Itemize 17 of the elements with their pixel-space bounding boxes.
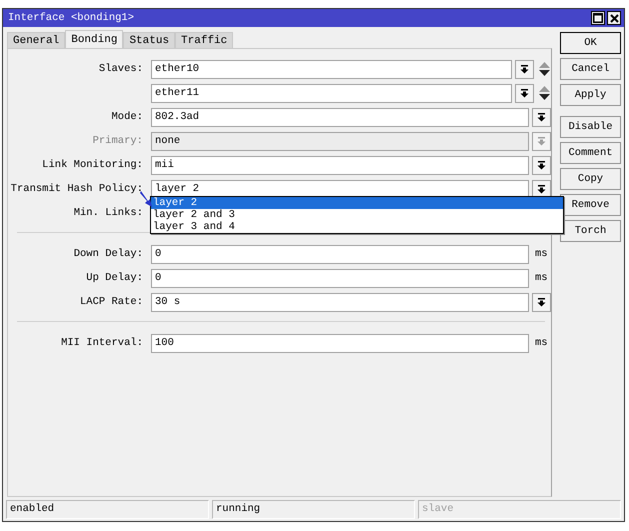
field-label: Mode:	[110, 111, 144, 123]
status-cell: running	[212, 500, 415, 519]
status-cell: enabled	[6, 500, 209, 519]
field-label: Up Delay:	[85, 272, 144, 284]
status-cell: slave	[418, 500, 621, 519]
field-label: Down Delay:	[72, 248, 144, 260]
field-label: Transmit Hash Policy:	[10, 183, 144, 195]
field-label: Link Monitoring:	[41, 159, 144, 171]
unit-label: ms	[535, 248, 548, 260]
field-label: Slaves:	[98, 63, 144, 75]
field-label: MII Interval:	[60, 337, 144, 349]
field-label: Min. Links:	[72, 207, 144, 219]
window-title: Interface <bonding1>	[8, 12, 136, 24]
unit-label: ms	[535, 272, 548, 284]
field-label: Primary:	[92, 135, 144, 147]
unit-label: ms	[535, 337, 548, 349]
field-label: LACP Rate:	[78, 296, 144, 308]
